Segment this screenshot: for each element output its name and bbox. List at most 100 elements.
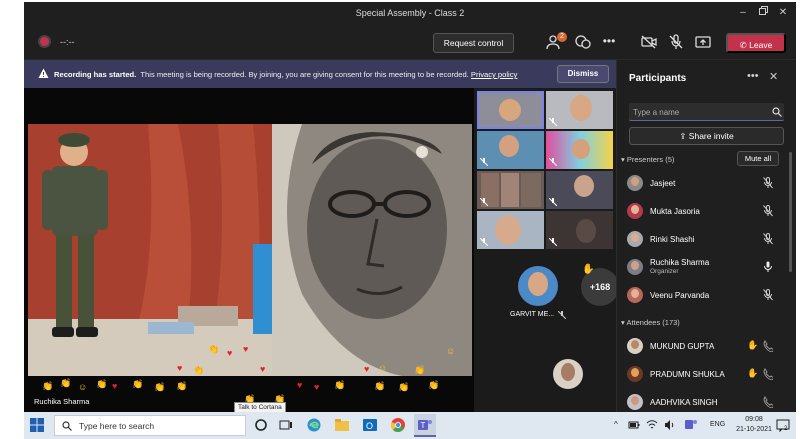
recording-banner: Recording has started. This meeting is b… <box>24 60 616 88</box>
maximize-icon[interactable] <box>756 6 770 20</box>
cortana-icon[interactable] <box>253 417 269 433</box>
heart-reaction-icon: ♥ <box>177 363 183 373</box>
heart-reaction-icon: ♥ <box>243 344 249 354</box>
taskbar-search-box[interactable]: Type here to search <box>54 415 246 436</box>
heart-reaction-icon: ♥ <box>314 382 320 392</box>
heart-reaction-icon: ♥ <box>260 364 266 374</box>
close-window-icon[interactable]: ✕ <box>776 6 790 20</box>
taskbar-search-placeholder: Type here to search <box>79 421 155 431</box>
clap-reaction-icon: 👏 <box>193 365 205 375</box>
windows-start-icon[interactable] <box>30 418 44 432</box>
edge-browser-icon[interactable] <box>306 417 322 433</box>
presenter-video <box>28 124 272 376</box>
participant-row[interactable]: Veenu Parvanda <box>617 281 785 309</box>
participant-row[interactable]: Ruchika Sharma Organizer <box>617 253 785 281</box>
participant-face <box>499 135 519 157</box>
camera-off-icon[interactable] <box>640 34 658 50</box>
notifications-icon[interactable] <box>776 418 790 432</box>
volume-icon[interactable] <box>664 419 676 431</box>
gallery-tile[interactable] <box>546 131 613 169</box>
gallery-tile[interactable] <box>477 91 544 129</box>
gallery-tile[interactable] <box>546 91 613 129</box>
call-icon <box>763 396 773 408</box>
clock-time: 09:08 <box>745 416 763 423</box>
attendees-section-header[interactable]: ▾ Attendees (173) <box>621 318 680 327</box>
dismiss-button[interactable]: Dismiss <box>557 65 609 83</box>
chat-icon[interactable] <box>574 34 592 50</box>
garvit-avatar[interactable] <box>518 266 558 306</box>
participant-row[interactable]: Rinki Shashi <box>617 225 785 253</box>
chrome-icon[interactable] <box>390 417 406 433</box>
search-icon[interactable] <box>772 107 782 117</box>
share-invite-button[interactable]: ⇪ Share invite <box>629 127 784 145</box>
participants-badge: 2 <box>557 32 567 42</box>
banner-bold-text: Recording has started. <box>54 70 137 79</box>
participant-avatar[interactable] <box>553 359 583 389</box>
request-control-button[interactable]: Request control <box>433 33 514 53</box>
mic-muted-icon <box>549 238 557 246</box>
tray-expand-icon[interactable]: ^ <box>614 420 618 429</box>
gallery-tile[interactable] <box>477 171 544 209</box>
avatar <box>627 259 643 275</box>
clap-reaction-icon: 👏 <box>398 382 410 392</box>
gallery-tile[interactable] <box>546 171 613 209</box>
privacy-policy-link[interactable]: Privacy policy <box>471 70 517 79</box>
gallery-tile[interactable] <box>477 131 544 169</box>
panel-scrollbar[interactable] <box>789 152 792 272</box>
presenter-name-label: Ruchika Sharma <box>34 397 90 406</box>
task-view-icon[interactable] <box>278 417 294 433</box>
windows-taskbar: Type here to search O T ^ ENG 09:08 21-1… <box>24 412 796 439</box>
leave-label: Leave <box>749 40 773 50</box>
teams-taskbar-active[interactable]: T <box>414 414 436 437</box>
avatar <box>627 287 643 303</box>
presenters-header-label: Presenters (5) <box>626 155 675 164</box>
shared-video-stage: Ruchika Sharma 👏 ♥ ♥ ♥ 👏 ♥ ♥ ☺ 👏 ☺ 👏 👏 ☺… <box>24 88 474 412</box>
gallery-tile[interactable] <box>477 211 544 249</box>
avatar <box>627 394 643 410</box>
clap-reaction-icon: 👏 <box>334 380 346 390</box>
leave-button[interactable]: ✆ Leave <box>726 33 786 53</box>
clock[interactable]: 09:08 21-10-2021 <box>736 415 772 435</box>
network-icon[interactable] <box>646 419 658 431</box>
gallery-tile[interactable] <box>546 211 613 249</box>
participant-row[interactable]: AADHVIKA SINGH <box>617 388 785 412</box>
clap-reaction-icon: 👏 <box>154 382 166 392</box>
clap-reaction-icon: 👏 <box>132 379 144 389</box>
window-title: Special Assembly - Class 2 <box>355 8 465 18</box>
participant-row[interactable]: PRADUMN SHUKLA ✋ <box>617 360 785 388</box>
minimize-icon[interactable]: – <box>736 6 750 20</box>
outlook-icon[interactable]: O <box>362 417 378 433</box>
presenters-section-header[interactable]: ▾ Presenters (5) <box>621 155 674 164</box>
mic-muted-icon <box>549 158 557 166</box>
close-icon[interactable]: ✕ <box>769 70 778 83</box>
file-explorer-icon[interactable] <box>334 417 350 433</box>
teams-tray-icon[interactable] <box>684 419 698 431</box>
participant-search-input[interactable] <box>633 105 763 119</box>
more-options-icon[interactable]: ••• <box>747 70 759 82</box>
participant-name: PRADUMN SHUKLA <box>650 370 725 379</box>
raised-hand-icon: ✋ <box>582 264 595 275</box>
avatar <box>627 175 643 191</box>
participant-row[interactable]: MUKUND GUPTA ✋ <box>617 332 785 360</box>
mute-all-button[interactable]: Mute all <box>737 151 779 166</box>
attendees-header-label: Attendees (173) <box>626 318 680 327</box>
smile-reaction-icon: ☺ <box>446 346 456 356</box>
participant-thumb <box>501 173 519 207</box>
heart-reaction-icon: ♥ <box>364 364 370 374</box>
input-language[interactable]: ENG <box>710 421 725 428</box>
more-options-icon[interactable]: ••• <box>600 34 618 50</box>
clap-reaction-icon: 👏 <box>60 378 72 388</box>
mic-muted-icon <box>558 311 566 319</box>
battery-icon[interactable] <box>628 419 640 431</box>
clap-reaction-icon: 👏 <box>414 365 426 375</box>
heart-reaction-icon: ♥ <box>227 348 233 358</box>
participant-row[interactable]: Mukta Jasoria <box>617 197 785 225</box>
participant-row[interactable]: Jasjeet <box>617 169 785 197</box>
participant-name: Ruchika Sharma <box>650 258 710 267</box>
search-icon <box>62 421 72 431</box>
mic-off-icon[interactable] <box>667 34 685 50</box>
clap-reaction-icon: 👏 <box>176 381 188 391</box>
share-screen-icon[interactable] <box>694 34 712 50</box>
participant-face <box>572 139 590 159</box>
mic-muted-icon <box>763 233 773 245</box>
